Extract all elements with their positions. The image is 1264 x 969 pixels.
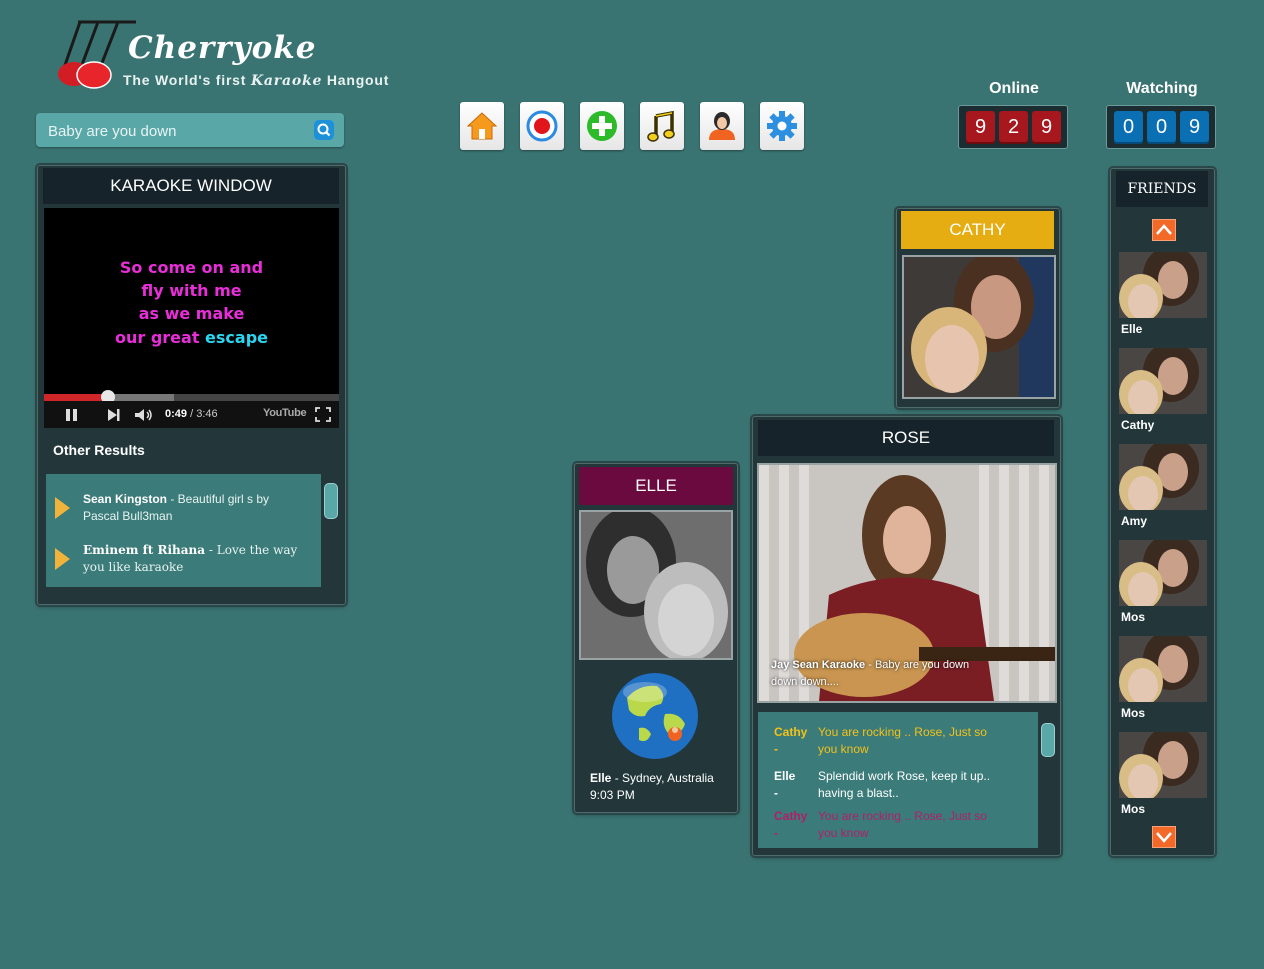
add-button[interactable] [580,102,624,150]
pause-icon[interactable] [65,408,79,422]
friend-name: Mos [1121,610,1145,624]
watching-counter: 0 0 9 [1106,105,1216,149]
elle-local-time: 9:03 PM [590,788,635,802]
friend-avatar[interactable] [1119,636,1207,702]
watching-label: Watching [1126,80,1198,97]
cathy-video-feed[interactable] [902,255,1056,399]
friends-scroll-down-button[interactable] [1152,826,1176,848]
friend-avatar[interactable] [1119,540,1207,606]
search-icon[interactable] [314,120,334,140]
chevron-up-icon [1156,224,1172,235]
elle-video-feed[interactable] [579,510,733,660]
karaoke-window-title: KARAOKE WINDOW [43,168,339,204]
online-digit: 9 [1032,111,1061,144]
user-icon [709,112,735,140]
karaoke-video-player[interactable]: So come on and fly with me as we make ou… [44,208,339,428]
friend-avatar[interactable] [1119,444,1207,510]
fullscreen-icon[interactable] [315,407,331,422]
app-title: Cherryoke [128,30,317,66]
youtube-logo-icon[interactable]: YouTube [263,407,307,419]
elle-cam-title: ELLE [579,467,733,505]
webcam-image [581,512,731,658]
video-time: 0:49 / 3:46 [165,408,218,420]
record-icon [526,110,558,142]
settings-gear-icon [767,111,797,141]
friend-avatar[interactable] [1119,732,1207,798]
music-note-icon [647,110,675,142]
lyric-line-current: our great escape [114,328,269,347]
chat-text: Splendid work Rose, keep it up.. having … [818,769,991,800]
elle-location: Elle - Sydney, Australia 9:03 PM [590,771,714,802]
video-progress-bar[interactable] [44,390,339,404]
other-results-title: Other Results [53,442,145,458]
video-controls: 0:49 / 3:46 YouTube [44,401,339,428]
home-icon [466,112,498,140]
friend-name: Elle [1121,322,1143,336]
chevron-down-icon [1156,832,1172,843]
home-button[interactable] [460,102,504,150]
chat-author: Cathy - [774,725,808,756]
friend-avatar[interactable] [1119,348,1207,414]
settings-button[interactable] [760,102,804,150]
lyric-line: as we make [138,304,245,323]
other-results-list: Sean Kingston - Beautiful girl s by Pasc… [46,474,321,587]
rose-cam-title: ROSE [758,420,1054,456]
chat-text: You are rocking .. Rose, Just so you kno… [818,809,987,840]
add-icon [587,111,617,141]
friend-name: Mos [1121,802,1145,816]
friend-name: Mos [1121,706,1145,720]
chat-text: You are rocking .. Rose, Just so you kno… [818,725,987,756]
online-digit: 2 [999,111,1028,144]
globe-location-icon [612,673,698,759]
volume-icon[interactable] [134,408,154,422]
friends-title: FRIENDS [1116,171,1208,207]
lyric-line: So come on and [119,258,264,277]
play-icon[interactable] [55,497,70,519]
online-digit: 9 [966,111,995,144]
play-icon[interactable] [55,548,70,570]
results-scrollbar[interactable] [324,483,338,519]
result-text: Eminem ft Rihana - Love the way you like… [83,543,298,574]
result-text: Sean Kingston - Beautiful girl s by Pasc… [83,492,270,523]
user-button[interactable] [700,102,744,150]
chat-scrollbar[interactable] [1041,723,1055,757]
webcam-image [904,257,1054,397]
friends-scroll-up-button[interactable] [1152,219,1176,241]
online-label: Online [989,80,1039,97]
online-counter: 9 2 9 [958,105,1068,149]
cathy-cam-title: CATHY [901,211,1054,249]
now-playing-caption: Jay Sean Karaoke - Baby are you down dow… [771,659,970,688]
search-box [36,113,344,147]
watching-digit: 0 [1147,111,1176,144]
search-input[interactable] [46,119,310,143]
friend-avatar[interactable] [1119,252,1207,318]
watching-digit: 9 [1180,111,1209,144]
chat-author: Cathy - [774,809,808,840]
video-progress-fill [44,394,108,401]
chat-box: Cathy - You are rocking .. Rose, Just so… [758,712,1038,848]
friend-name: Cathy [1121,418,1155,432]
next-icon[interactable] [107,408,121,422]
record-button[interactable] [520,102,564,150]
music-button[interactable] [640,102,684,150]
watching-digit: 0 [1114,111,1143,144]
chat-author: Elle - [774,769,796,800]
lyric-line: fly with me [141,281,242,300]
friend-name: Amy [1121,514,1148,528]
app-tagline: The World's first Karaoke Hangout [123,72,390,89]
